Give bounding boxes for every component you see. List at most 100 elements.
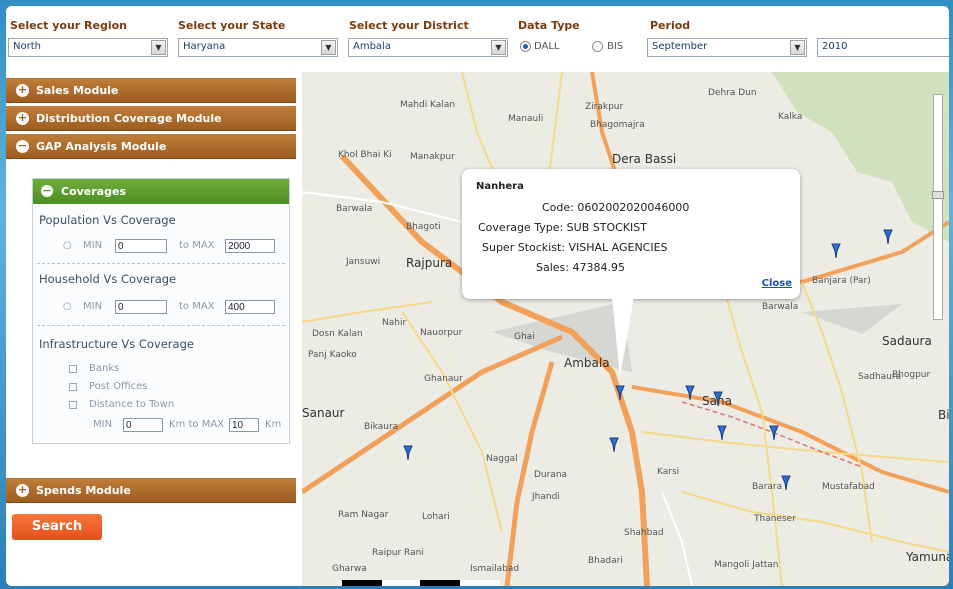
place-label: Barara [752,482,783,492]
scale-segment [460,580,500,586]
sales-module-bar[interactable]: + Sales Module [6,78,296,103]
dall-label: DALL [534,41,560,52]
distance-label: Distance to Town [89,399,175,410]
map-pin-icon[interactable] [830,242,842,258]
place-label: Barwala [762,302,799,312]
period-label: Period [650,19,691,32]
pop-min-label: MIN [83,240,103,251]
post-offices-label: Post Offices [89,381,148,392]
place-label: Panj Kaoko [308,350,357,360]
district-select[interactable]: Ambala ▼ [348,38,508,57]
map-area[interactable]: Mahdi Kalan Manauli Zirakpur Bhagomajra … [302,72,949,586]
plus-icon: + [16,83,29,97]
dist-min-input[interactable] [123,418,163,432]
map-pin-icon[interactable] [780,474,792,490]
banks-label: Banks [89,363,120,374]
pop-min-input[interactable] [115,239,167,253]
banks-checkbox[interactable] [69,365,77,373]
hh-min-input[interactable] [115,300,167,314]
post-offices-checkbox[interactable] [69,383,77,391]
place-label: Nahir [382,318,407,328]
map-pin-icon[interactable] [716,424,728,440]
region-select[interactable]: North ▼ [8,38,168,57]
year-select[interactable]: 2010 [817,38,949,57]
coverages-header[interactable]: − Coverages [33,179,289,204]
info-code: Code: 0602002020046000 [542,201,690,214]
dist-min-label: MIN [93,419,113,430]
divider [37,325,285,326]
filter-bar: Select your Region North ▼ Select your S… [6,6,949,72]
place-label: Jhandi [532,492,560,502]
place-label: Lohari [422,512,450,522]
map-pin-icon[interactable] [614,384,626,400]
hh-max-label: to MAX [179,301,215,312]
place-label: Zirakpur [585,102,624,112]
place-label: Bi [938,408,949,422]
chevron-down-icon[interactable]: ▼ [790,40,805,55]
info-sales: Sales: 47384.95 [536,261,625,274]
state-value: Haryana [183,41,226,52]
place-label: Manauli [508,114,544,124]
minus-icon: − [16,139,29,153]
distribution-module-label: Distribution Coverage Module [36,112,222,125]
district-label: Select your District [349,19,469,32]
place-label: Dosn Kalan [312,329,363,339]
place-label: Mangoli Jattan [714,560,779,570]
search-button[interactable]: Search [12,514,102,540]
place-label: Kalka [778,112,803,122]
place-label: Bhadari [588,556,623,566]
hh-max-input[interactable] [225,300,275,314]
place-label: Yamuna [906,550,949,564]
place-label: Mahdi Kalan [400,100,456,110]
zoom-slider[interactable] [932,94,944,320]
spends-module-bar[interactable]: + Spends Module [6,478,296,503]
info-window-tail [612,297,634,377]
pop-max-label: to MAX [179,240,215,251]
place-label: Bhagoti [406,222,441,232]
chevron-down-icon[interactable]: ▼ [321,40,336,55]
place-label: Mustafabad [822,482,875,492]
bis-radio[interactable] [592,41,603,52]
distribution-module-bar[interactable]: + Distribution Coverage Module [6,106,296,131]
radio-marker: ○ [63,301,72,312]
map-pin-icon[interactable] [712,390,724,406]
radio-marker: ○ [63,240,72,251]
dall-radio[interactable] [520,41,531,52]
zoom-knob[interactable] [932,191,944,199]
district-value: Ambala [353,41,391,52]
place-label: Ambala [564,356,610,370]
year-value: 2010 [822,41,848,52]
coverages-title: Coverages [61,185,126,198]
chevron-down-icon[interactable]: ▼ [491,40,506,55]
place-label: Dera Bassi [612,152,677,166]
map-pin-icon[interactable] [882,228,894,244]
map-pin-icon[interactable] [402,444,414,460]
infrastructure-label: Infrastructure Vs Coverage [39,337,194,351]
sidebar: + Sales Module + Distribution Coverage M… [6,72,302,586]
place-label: Sanaur [302,406,345,420]
place-label: Nauorpur [420,328,463,338]
spends-module-label: Spends Module [36,484,131,497]
pop-max-input[interactable] [225,239,275,253]
place-label: Naggal [486,454,518,464]
close-link[interactable]: Close [762,278,792,289]
sales-module-label: Sales Module [36,84,119,97]
state-select[interactable]: Haryana ▼ [178,38,338,57]
scale-bar [342,580,500,586]
month-select[interactable]: September ▼ [647,38,807,57]
chevron-down-icon[interactable]: ▼ [151,40,166,55]
app-frame: Select your Region North ▼ Select your S… [6,6,949,586]
gap-module-bar[interactable]: − GAP Analysis Module [6,134,296,159]
place-label: Raipur Rani [372,548,424,558]
map-pin-icon[interactable] [608,436,620,452]
map-pin-icon[interactable] [684,384,696,400]
hh-min-label: MIN [83,301,103,312]
distance-checkbox[interactable] [69,401,77,409]
place-label: Rajpura [406,256,453,270]
minus-icon: − [41,184,53,197]
dist-max-input[interactable] [229,418,259,432]
place-label: Thaneser [754,514,796,524]
map-pin-icon[interactable] [768,424,780,440]
region-value: North [13,41,41,52]
plus-icon: + [16,483,29,497]
